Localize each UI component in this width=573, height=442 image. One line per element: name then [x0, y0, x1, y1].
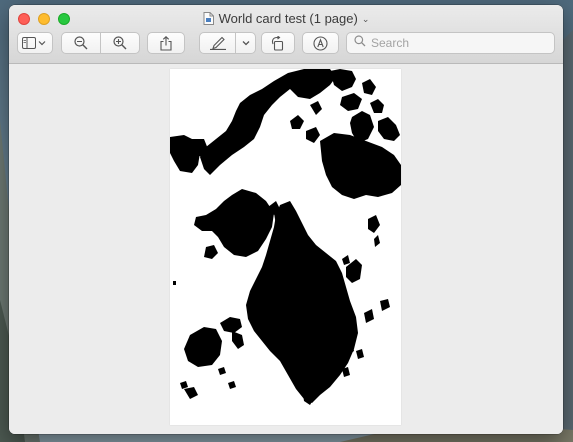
- zoom-in-icon: [113, 36, 127, 50]
- sidebar-icon: [22, 37, 48, 49]
- zoom-out-icon: [74, 36, 88, 50]
- document-view[interactable]: [9, 64, 563, 434]
- title-bar[interactable]: World card test (1 page) ⌄: [9, 5, 563, 64]
- window-title[interactable]: World card test (1 page) ⌄: [9, 10, 563, 30]
- rotate-button[interactable]: [261, 32, 295, 54]
- share-button[interactable]: [147, 32, 185, 54]
- document-page[interactable]: [170, 69, 401, 425]
- rotate-icon: [270, 35, 286, 51]
- zoom-out-button[interactable]: [62, 33, 100, 53]
- preview-window: World card test (1 page) ⌄: [9, 5, 563, 434]
- markup-options-dropdown[interactable]: [236, 33, 255, 53]
- markup-control: [199, 32, 256, 54]
- share-icon: [160, 35, 172, 51]
- search-icon: [354, 34, 366, 52]
- chevron-down-icon[interactable]: ⌄: [362, 10, 370, 28]
- zoom-control: [61, 32, 140, 54]
- document-icon: [203, 12, 214, 30]
- annotate-button[interactable]: [302, 32, 339, 54]
- sidebar-view-button[interactable]: [17, 32, 53, 54]
- markup-circle-icon: [313, 35, 328, 51]
- zoom-in-button[interactable]: [101, 33, 139, 53]
- pen-icon: [209, 36, 227, 50]
- search-field[interactable]: [346, 32, 555, 54]
- world-map-image: [170, 69, 401, 405]
- chevron-down-icon: [242, 40, 250, 46]
- markup-pen-button[interactable]: [200, 33, 235, 53]
- window-title-text: World card test (1 page): [218, 11, 358, 26]
- search-input[interactable]: [371, 36, 541, 50]
